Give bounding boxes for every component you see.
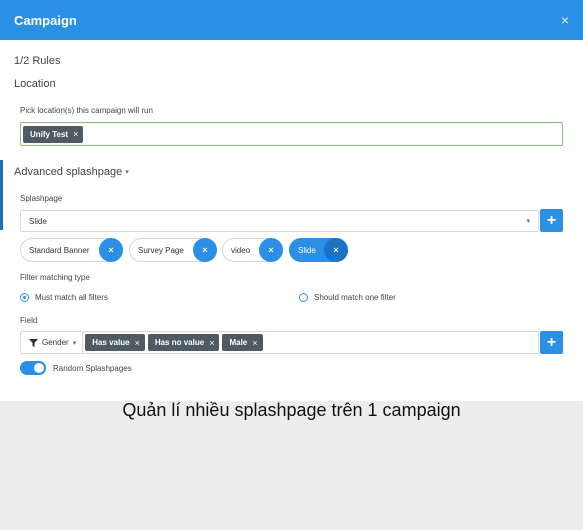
- campaign-modal: Campaign × 1/2 Rules Location Pick locat…: [0, 0, 583, 401]
- random-splashpages-label: Random Splashpages: [53, 363, 132, 373]
- caption-text: Quản lí nhiều splashpage trên 1 campaign: [122, 400, 461, 420]
- location-heading: Location: [14, 78, 56, 90]
- radio-label: Should match one filter: [314, 293, 396, 302]
- remove-chip-icon[interactable]: ×: [99, 238, 123, 262]
- radio-checked-icon[interactable]: [20, 293, 29, 302]
- add-splashpage-button[interactable]: +: [540, 209, 563, 232]
- splashpage-selected-value: Slide: [29, 216, 47, 226]
- filter-icon: [29, 338, 38, 347]
- field-value-tag: Male ×: [222, 334, 263, 351]
- chip-label: Survey Page: [138, 245, 184, 255]
- location-label: Pick location(s) this campaign will run: [20, 106, 153, 115]
- field-dropdown[interactable]: Gender ▾: [21, 332, 84, 353]
- chevron-down-icon: ▾: [125, 169, 129, 176]
- splashpage-chip[interactable]: Survey Page ×: [129, 238, 217, 262]
- filter-matching-label: Filter matching type: [20, 273, 90, 282]
- radio-unchecked-icon[interactable]: [299, 293, 308, 302]
- close-icon[interactable]: ×: [561, 13, 569, 27]
- field-tag-label: Male: [229, 338, 248, 347]
- radio-label: Must match all filters: [35, 293, 108, 302]
- chevron-down-icon: ▾: [72, 339, 77, 347]
- splashpage-chip[interactable]: Standard Banner ×: [20, 238, 123, 262]
- plus-icon: +: [546, 333, 557, 351]
- field-dropdown-value: Gender: [42, 338, 69, 347]
- chip-label: Slide: [298, 245, 316, 255]
- rules-counter: 1/2 Rules: [14, 55, 61, 67]
- field-label: Field: [20, 316, 38, 325]
- remove-tag-icon[interactable]: ×: [135, 338, 140, 348]
- random-splashpages-row: Random Splashpages: [20, 361, 132, 375]
- location-tag: Unify Test ×: [23, 125, 84, 143]
- remove-tag-icon[interactable]: ×: [209, 338, 214, 348]
- field-tag-label: Has value: [92, 338, 130, 347]
- splashpage-chip[interactable]: video ×: [222, 238, 283, 262]
- radio-match-one[interactable]: Should match one filter: [299, 293, 396, 302]
- splashpage-label: Splashpage: [20, 194, 63, 203]
- modal-title: Campaign: [14, 12, 77, 28]
- chip-label: video: [231, 245, 251, 255]
- background-page-edge: [0, 160, 3, 230]
- splashpage-select[interactable]: Slide ▾: [20, 210, 539, 232]
- random-splashpages-toggle[interactable]: [20, 361, 46, 375]
- chip-label: Standard Banner: [29, 245, 90, 255]
- field-tag-label: Has no value: [154, 338, 205, 347]
- location-select[interactable]: Unify Test ×: [20, 122, 563, 146]
- add-field-button[interactable]: +: [540, 331, 563, 354]
- field-filter-input[interactable]: Gender ▾ Has value × Has no value × Male…: [20, 331, 539, 354]
- remove-chip-icon[interactable]: ×: [193, 238, 217, 262]
- location-tag-label: Unify Test: [30, 129, 69, 139]
- field-value-tag: Has no value ×: [147, 334, 220, 351]
- plus-icon: +: [546, 211, 557, 229]
- radio-match-all[interactable]: Must match all filters: [20, 293, 108, 302]
- field-value-tag: Has value ×: [85, 334, 145, 351]
- remove-tag-icon[interactable]: ×: [73, 129, 78, 139]
- remove-tag-icon[interactable]: ×: [252, 338, 257, 348]
- advanced-splashpage-toggle[interactable]: Advanced splashpage ▾: [14, 166, 129, 178]
- chevron-down-icon: ▾: [526, 218, 530, 225]
- modal-header: Campaign ×: [0, 0, 583, 40]
- advanced-splashpage-label: Advanced splashpage: [14, 166, 123, 178]
- remove-chip-icon[interactable]: ×: [259, 238, 283, 262]
- splashpage-chip-active[interactable]: Slide ×: [289, 238, 348, 262]
- remove-chip-icon[interactable]: ×: [324, 238, 348, 262]
